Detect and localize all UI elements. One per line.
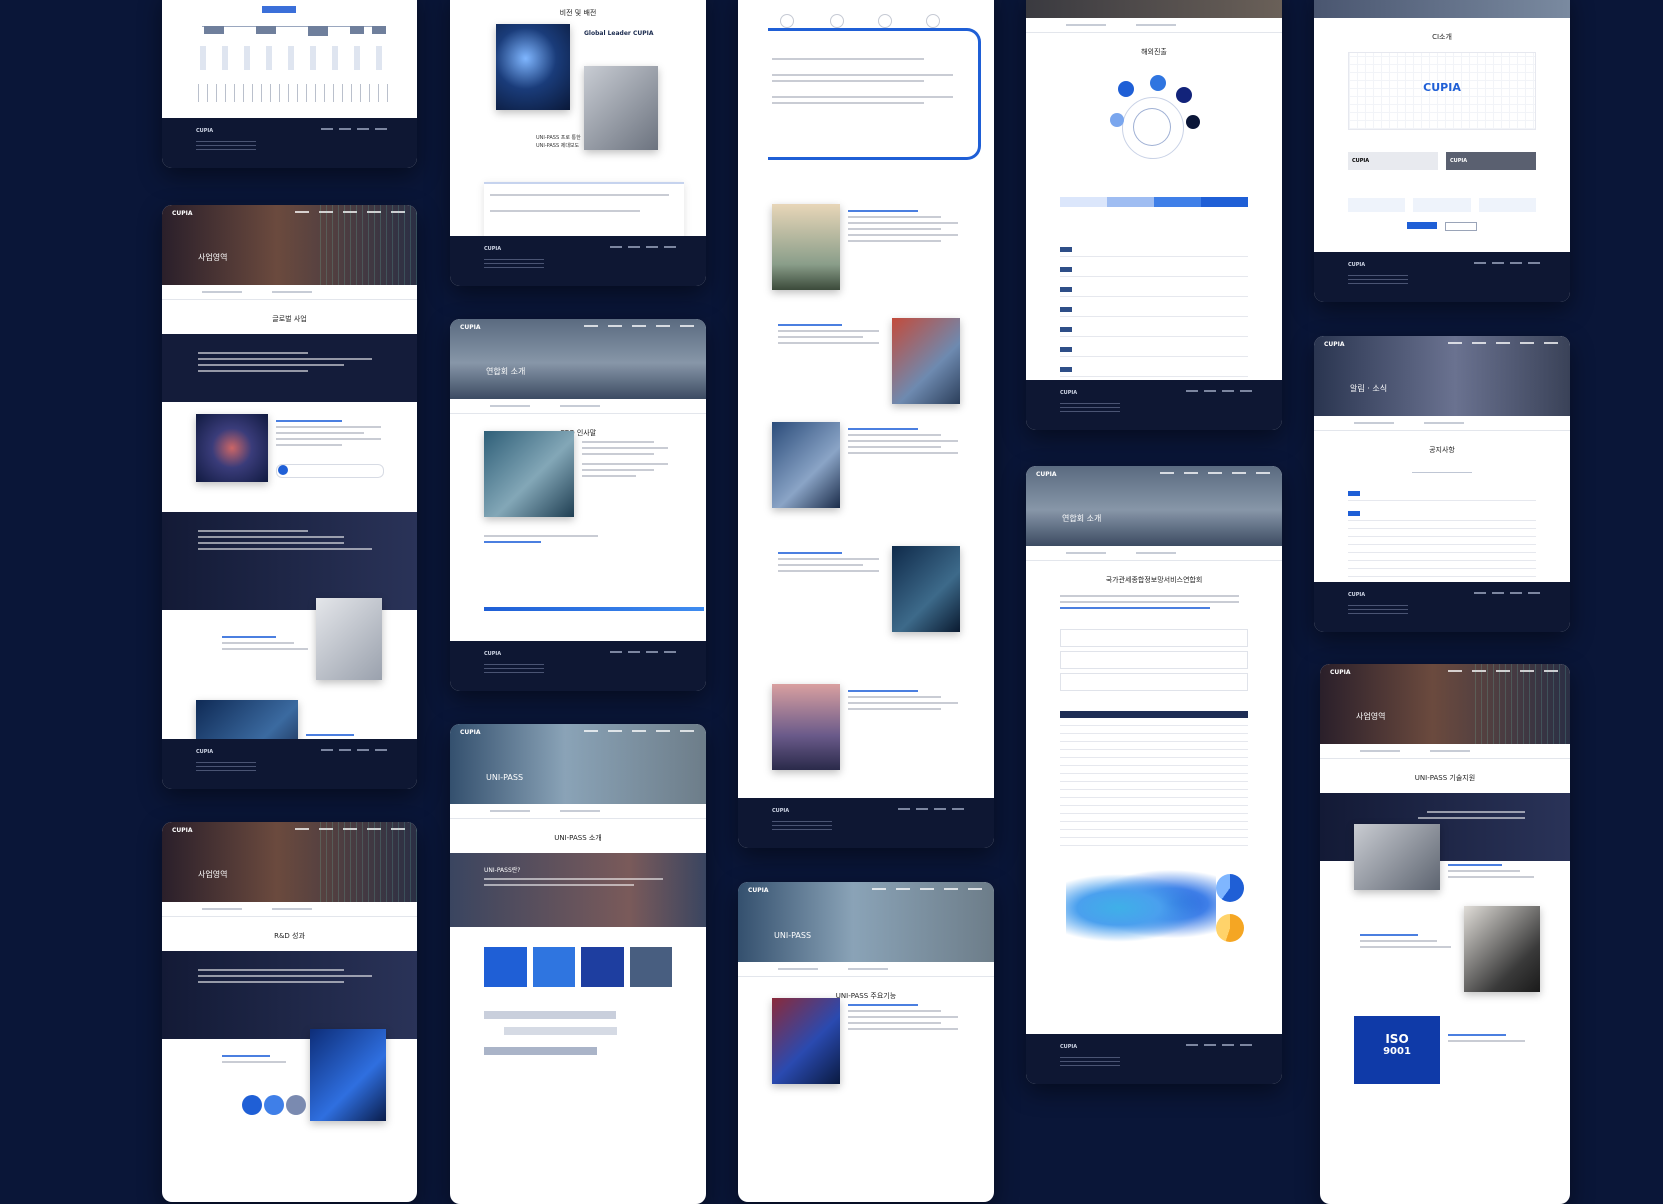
vision-sub-2: UNI-PASS 제대보도 bbox=[536, 143, 580, 149]
card-tech-support: CUPIA 사업영역 UNI-PASS 기술지원 ISO 9001 bbox=[1320, 664, 1570, 1204]
hero-title: 사업영역 bbox=[198, 253, 228, 262]
sub-nav[interactable] bbox=[450, 804, 706, 819]
hero-title: 알림 · 소식 bbox=[1350, 384, 1388, 393]
header-logo[interactable]: CUPIA bbox=[460, 729, 481, 736]
business-image bbox=[584, 66, 658, 150]
header-logo[interactable]: CUPIA bbox=[1036, 471, 1057, 478]
card-notice: CUPIA 알림 · 소식 공지사항 CUPIA bbox=[1314, 336, 1570, 632]
crane-icon bbox=[830, 14, 844, 28]
download-button[interactable] bbox=[1407, 222, 1437, 229]
headline: 국가관세종합정보망서비스연합회 bbox=[1105, 576, 1203, 584]
footer-logo: CUPIA bbox=[772, 808, 790, 814]
city-image bbox=[772, 684, 840, 770]
section-title: 비전 및 배전 bbox=[559, 9, 597, 17]
light-trail-image bbox=[772, 998, 840, 1084]
hero-title: 연합회 소개 bbox=[1062, 514, 1102, 523]
main-nav[interactable] bbox=[584, 325, 694, 327]
card-ceo: CUPIA 연합회 소개 CEO 인사말 CUPIA bbox=[450, 319, 706, 691]
logo-variant-b: CUPIA bbox=[1446, 152, 1536, 170]
stat-circle bbox=[264, 1095, 284, 1115]
hero-title: 사업영역 bbox=[1356, 712, 1386, 721]
footer-logo: CUPIA bbox=[1060, 390, 1078, 396]
footer-logo: CUPIA bbox=[196, 128, 214, 134]
hero-title: UNI-PASS bbox=[486, 773, 524, 782]
card-unipass-features: CUPIA bbox=[738, 0, 994, 848]
box-icon bbox=[878, 14, 892, 28]
hand-tech-image bbox=[496, 24, 570, 110]
main-nav[interactable] bbox=[584, 730, 694, 732]
card-vision: 비전 및 배전 Global Leader CUPIA UNI-PASS 프로 … bbox=[450, 0, 706, 286]
family-image bbox=[772, 204, 840, 290]
card-business-global: CUPIA 사업영역 글로벌 사업 CUPIA bbox=[162, 205, 417, 789]
logo-variant-a: CUPIA bbox=[1348, 152, 1438, 170]
sub-nav[interactable] bbox=[738, 962, 994, 977]
section-title: 글로벌 사업 bbox=[272, 315, 307, 323]
truck-icon bbox=[926, 14, 940, 28]
meeting-image bbox=[1354, 824, 1440, 890]
iso-badge: ISO 9001 bbox=[1354, 1016, 1440, 1084]
notice-table bbox=[1348, 481, 1536, 585]
ship-icon bbox=[780, 14, 794, 28]
header-logo[interactable]: CUPIA bbox=[460, 324, 481, 331]
sub-nav[interactable] bbox=[162, 902, 417, 917]
card-organization: CUPIA bbox=[162, 0, 417, 168]
footer-logo: CUPIA bbox=[484, 651, 502, 657]
stat-circle bbox=[242, 1095, 262, 1115]
header-logo[interactable]: CUPIA bbox=[1330, 669, 1351, 676]
section-title: R&D 성과 bbox=[274, 932, 305, 940]
header-logo[interactable]: CUPIA bbox=[1324, 341, 1345, 348]
main-nav[interactable] bbox=[1448, 342, 1558, 344]
ai-chip-image bbox=[310, 1029, 386, 1121]
footer-logo: CUPIA bbox=[196, 749, 214, 755]
sub-nav[interactable] bbox=[1026, 18, 1282, 33]
woman-laptop-image bbox=[1464, 906, 1540, 992]
vision-sub-1: UNI-PASS 프로 통한 bbox=[536, 135, 581, 141]
view-button[interactable] bbox=[1445, 222, 1477, 231]
sub-nav[interactable] bbox=[1314, 416, 1570, 431]
hero-title: UNI-PASS bbox=[774, 931, 812, 940]
laptop-image bbox=[772, 422, 840, 508]
band-title: UNI-PASS란? bbox=[484, 867, 521, 874]
hero-title: 사업영역 bbox=[198, 870, 228, 879]
main-nav[interactable] bbox=[872, 888, 982, 890]
footer-logo: CUPIA bbox=[484, 246, 502, 252]
section-title: UNI-PASS 기술지원 bbox=[1414, 774, 1476, 782]
sub-nav[interactable] bbox=[450, 399, 706, 414]
card-association: CUPIA 연합회 소개 국가관세종합정보망서비스연합회 CUPIA bbox=[1026, 466, 1282, 1084]
section-title: 공지사항 bbox=[1429, 446, 1455, 454]
card-unipass-functions: CUPIA UNI-PASS UNI-PASS 주요기능 bbox=[738, 882, 994, 1202]
section-title: UNI-PASS 소개 bbox=[554, 834, 602, 842]
footer-logo: CUPIA bbox=[1348, 592, 1366, 598]
header-logo[interactable]: CUPIA bbox=[748, 887, 769, 894]
container-image bbox=[892, 318, 960, 404]
card-unipass-intro: CUPIA UNI-PASS UNI-PASS 소개 UNI-PASS란? bbox=[450, 724, 706, 1204]
main-nav[interactable] bbox=[1160, 472, 1270, 474]
sub-nav[interactable] bbox=[1026, 546, 1282, 561]
network-image bbox=[196, 414, 268, 482]
stat-circle bbox=[286, 1095, 306, 1115]
sub-nav[interactable] bbox=[162, 285, 417, 300]
footer-logo: CUPIA bbox=[1060, 1044, 1078, 1050]
port-image bbox=[484, 431, 574, 517]
card-rnd: CUPIA 사업영역 R&D 성과 bbox=[162, 822, 417, 1202]
ci-logo: CUPIA bbox=[1423, 81, 1461, 94]
search-input[interactable] bbox=[1412, 465, 1472, 473]
sub-nav[interactable] bbox=[1320, 744, 1570, 759]
header-logo[interactable]: CUPIA bbox=[172, 827, 193, 834]
documents-image bbox=[316, 598, 382, 680]
hero-title: 연합회 소개 bbox=[486, 367, 526, 376]
portfolio-canvas: { "brand": {"logo": "CUPIA"}, "cards": {… bbox=[0, 0, 1663, 1204]
card-overseas: 해외진출 CUPIA bbox=[1026, 0, 1282, 430]
world-map bbox=[1066, 868, 1216, 948]
header-logo[interactable]: CUPIA bbox=[172, 210, 193, 217]
datacenter-image bbox=[892, 546, 960, 632]
vision-tagline: Global Leader CUPIA bbox=[584, 30, 654, 37]
section-title: CI소개 bbox=[1432, 33, 1452, 41]
download-icon[interactable] bbox=[278, 465, 288, 475]
section-title: 해외진출 bbox=[1141, 48, 1167, 56]
footer-logo: CUPIA bbox=[1348, 262, 1366, 268]
card-ci: CI소개 CUPIA CUPIA CUPIA CUPIA bbox=[1314, 0, 1570, 302]
